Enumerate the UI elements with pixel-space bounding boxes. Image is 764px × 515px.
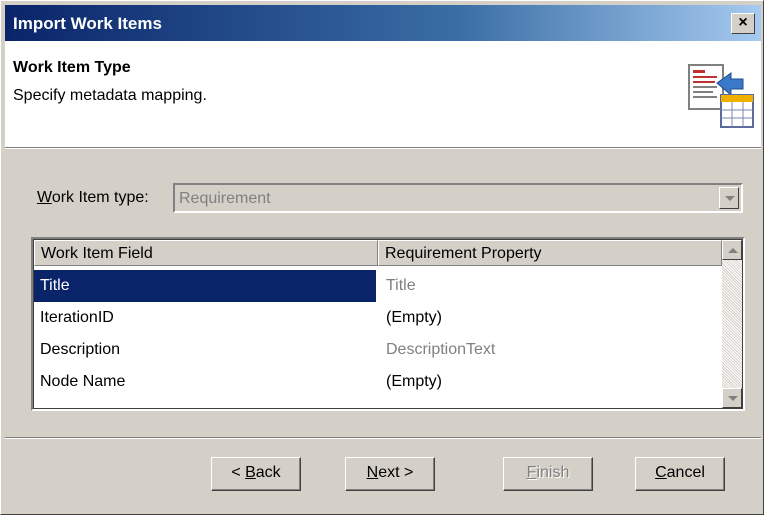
column-header-field[interactable]: Work Item Field [34, 240, 378, 266]
table-row[interactable]: IterationID (Empty) [34, 302, 722, 334]
table-row[interactable]: Node Name (Empty) [34, 366, 722, 398]
window-title: Import Work Items [13, 14, 162, 33]
finish-button: Finish [503, 457, 593, 491]
work-item-type-select[interactable]: Requirement [173, 183, 743, 213]
page-subtitle: Specify metadata mapping. [13, 87, 207, 104]
field-cell: Title [40, 277, 70, 294]
field-cell: Node Name [40, 373, 126, 390]
property-cell[interactable]: DescriptionText [386, 341, 495, 359]
page-title: Work Item Type [13, 59, 131, 76]
close-icon: × [738, 14, 748, 31]
scroll-down-icon[interactable] [722, 388, 742, 408]
wizard-header: Work Item Type Specify metadata mapping. [5, 41, 761, 148]
table-row[interactable]: Title Title [34, 270, 722, 302]
column-header-property[interactable]: Requirement Property [378, 240, 722, 266]
property-cell[interactable]: (Empty) [386, 309, 442, 327]
footer-divider [5, 437, 761, 439]
field-mapping-table[interactable]: Work Item Field Requirement Property Tit… [31, 237, 745, 411]
property-cell[interactable]: Title [386, 277, 416, 295]
field-cell: IterationID [40, 309, 114, 326]
vertical-scrollbar[interactable] [722, 240, 742, 408]
title-bar[interactable]: Import Work Items × [5, 5, 761, 41]
property-cell[interactable]: (Empty) [386, 373, 442, 391]
next-button[interactable]: Next > [345, 457, 435, 491]
cancel-button[interactable]: Cancel [635, 457, 725, 491]
work-item-type-value: Requirement [179, 190, 271, 207]
back-button[interactable]: < Back [211, 457, 301, 491]
import-table-icon [688, 64, 754, 128]
work-item-type-label: Work Item type: [37, 189, 149, 206]
chevron-down-icon[interactable] [719, 187, 739, 209]
scroll-up-icon[interactable] [722, 240, 742, 260]
close-button[interactable]: × [731, 13, 755, 34]
table-row[interactable]: Description DescriptionText [34, 334, 722, 366]
field-cell: Description [40, 341, 121, 358]
import-dialog: Import Work Items × Work Item Type Speci… [0, 0, 764, 515]
